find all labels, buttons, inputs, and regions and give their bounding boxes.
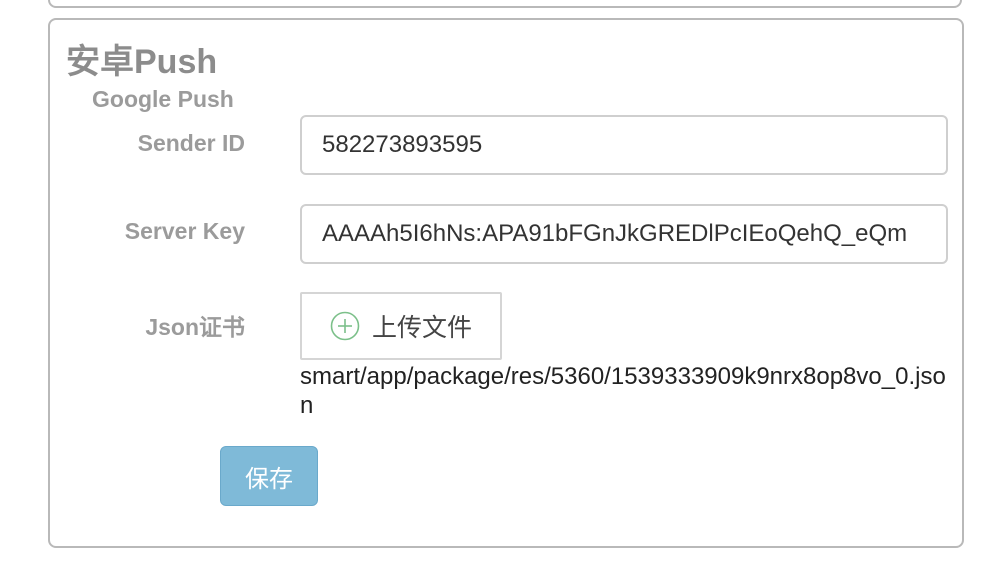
sender-id-input[interactable] <box>300 115 948 175</box>
uploaded-file-path: smart/app/package/res/5360/1539333909k9n… <box>300 363 946 419</box>
sender-id-label: Sender ID <box>137 130 245 156</box>
previous-panel-border <box>48 0 962 8</box>
panel-title: 安卓Push <box>66 43 218 81</box>
plus-circle-icon <box>330 311 360 341</box>
upload-file-label: 上传文件 <box>371 314 472 342</box>
server-key-label: Server Key <box>124 218 245 244</box>
upload-file-button[interactable]: 上传文件 <box>300 292 502 360</box>
save-button[interactable]: 保存 <box>220 446 318 506</box>
json-cert-label: Json证书 <box>145 314 245 340</box>
server-key-input[interactable] <box>300 204 948 264</box>
google-push-label: Google Push <box>92 86 234 112</box>
